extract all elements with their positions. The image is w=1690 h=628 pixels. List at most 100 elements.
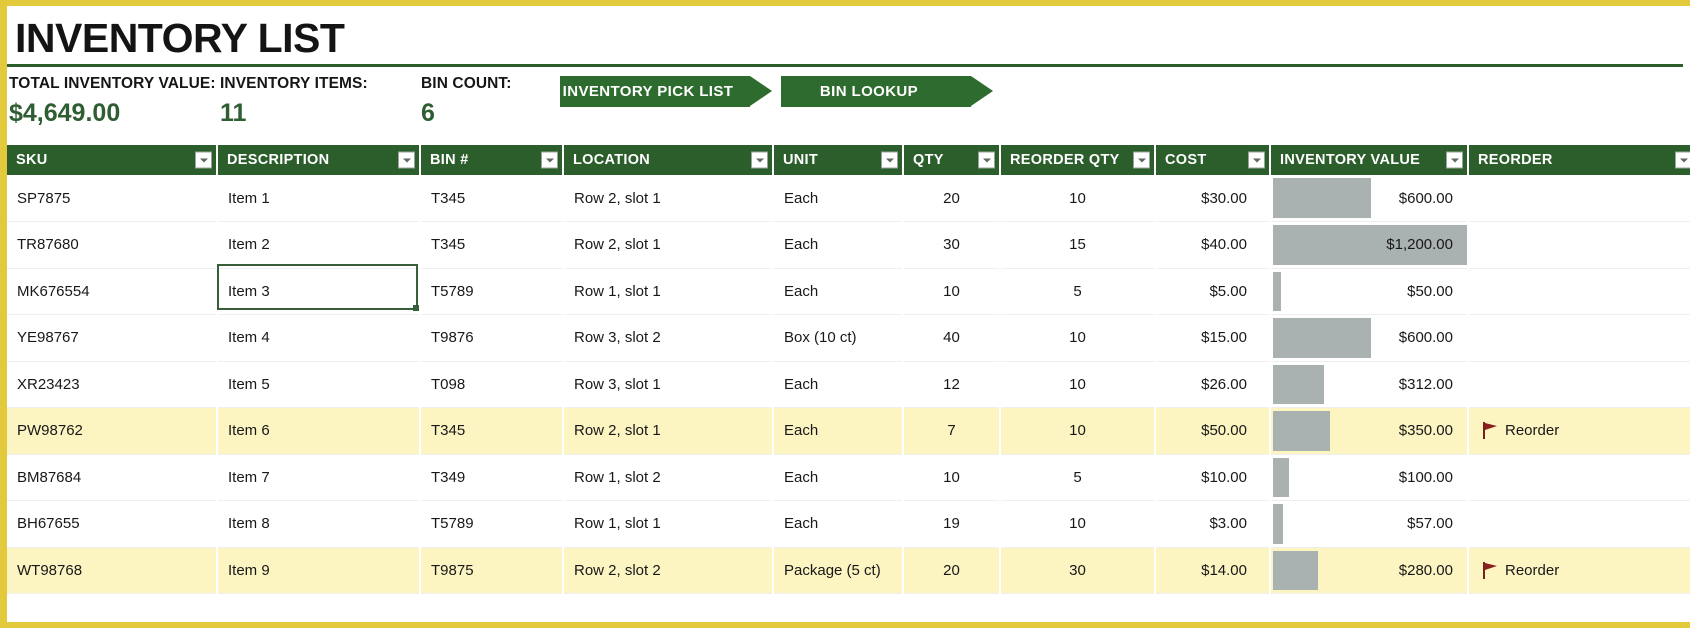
table-row[interactable]: MK676554 Item 3 T5789 Row 1, slot 1 Each 10 5 $… xyxy=(7,268,1690,315)
table-row[interactable]: XR23423 Item 5 T098 Row 3, slot 1 Each 12 10 $2… xyxy=(7,361,1690,408)
cell-location[interactable]: Row 1, slot 1 xyxy=(563,500,774,548)
cell-inventory-value[interactable]: $600.00 xyxy=(1270,175,1469,222)
cell-qty[interactable]: 10 xyxy=(903,454,1001,501)
cell-bin[interactable]: T5789 xyxy=(420,268,564,315)
table-row[interactable]: BM87684 Item 7 T349 Row 1, slot 2 Each 10 5 $10… xyxy=(7,454,1690,501)
cell-description[interactable]: Item 6 xyxy=(217,407,421,455)
cell-unit[interactable]: Each xyxy=(773,221,904,269)
cell-reorder[interactable] xyxy=(1468,268,1690,315)
cell-reorder-qty[interactable]: 10 xyxy=(1000,500,1156,548)
cell-sku[interactable]: XR23423 xyxy=(7,361,218,408)
cell-sku[interactable]: TR87680 xyxy=(7,221,218,269)
cell-reorder-qty[interactable]: 5 xyxy=(1000,268,1156,315)
cell-bin[interactable]: T345 xyxy=(420,221,564,269)
cell-sku[interactable]: BM87684 xyxy=(7,454,218,501)
cell-reorder-qty[interactable]: 10 xyxy=(1000,175,1156,222)
cell-unit[interactable]: Box (10 ct) xyxy=(773,314,904,362)
cell-qty[interactable]: 20 xyxy=(903,175,1001,222)
cell-bin[interactable]: T345 xyxy=(420,175,564,222)
cell-location[interactable]: Row 1, slot 1 xyxy=(563,268,774,315)
filter-dropdown-icon[interactable] xyxy=(1133,151,1150,169)
filter-dropdown-icon[interactable] xyxy=(398,151,415,169)
cell-unit[interactable]: Each xyxy=(773,361,904,408)
cell-unit[interactable]: Each xyxy=(773,500,904,548)
cell-qty[interactable]: 30 xyxy=(903,221,1001,269)
cell-qty[interactable]: 40 xyxy=(903,314,1001,362)
cell-reorder[interactable] xyxy=(1468,361,1690,408)
cell-qty[interactable]: 12 xyxy=(903,361,1001,408)
cell-bin[interactable]: T5789 xyxy=(420,500,564,548)
table-row[interactable]: PW98762 Item 6 T345 Row 2, slot 1 Each 7 10 $50… xyxy=(7,407,1690,455)
cell-description[interactable]: Item 4 xyxy=(217,314,421,362)
filter-dropdown-icon[interactable] xyxy=(1248,151,1265,169)
cell-location[interactable]: Row 3, slot 1 xyxy=(563,361,774,408)
cell-reorder-qty[interactable]: 10 xyxy=(1000,407,1156,455)
cell-reorder[interactable] xyxy=(1468,221,1690,269)
filter-dropdown-icon[interactable] xyxy=(541,151,558,169)
cell-reorder-qty[interactable]: 5 xyxy=(1000,454,1156,501)
cell-location[interactable]: Row 2, slot 1 xyxy=(563,175,774,222)
cell-sku[interactable]: PW98762 xyxy=(7,407,218,455)
cell-location[interactable]: Row 2, slot 1 xyxy=(563,407,774,455)
cell-reorder-qty[interactable]: 10 xyxy=(1000,314,1156,362)
table-row[interactable]: YE98767 Item 4 T9876 Row 3, slot 2 Box (10 c… xyxy=(7,314,1690,362)
cell-bin[interactable]: T9876 xyxy=(420,314,564,362)
cell-inventory-value[interactable]: $57.00 xyxy=(1270,500,1469,548)
cell-unit[interactable]: Each xyxy=(773,268,904,315)
filter-dropdown-icon[interactable] xyxy=(195,151,212,169)
cell-inventory-value[interactable]: $1,200.00 xyxy=(1270,221,1469,269)
cell-description[interactable]: Item 9 xyxy=(217,547,421,594)
cell-bin[interactable]: T098 xyxy=(420,361,564,408)
cell-reorder-qty[interactable]: 10 xyxy=(1000,361,1156,408)
cell-reorder[interactable] xyxy=(1468,175,1690,222)
cell-reorder[interactable] xyxy=(1468,500,1690,548)
cell-inventory-value[interactable]: $100.00 xyxy=(1270,454,1469,501)
cell-cost[interactable]: $5.00 xyxy=(1155,268,1271,315)
cell-unit[interactable]: Each xyxy=(773,407,904,455)
cell-description[interactable]: Item 5 xyxy=(217,361,421,408)
table-row[interactable]: TR87680 Item 2 T345 Row 2, slot 1 Each 30 15 $4… xyxy=(7,221,1690,269)
cell-unit[interactable]: Each xyxy=(773,175,904,222)
cell-cost[interactable]: $26.00 xyxy=(1155,361,1271,408)
cell-inventory-value[interactable]: $350.00 xyxy=(1270,407,1469,455)
filter-dropdown-icon[interactable] xyxy=(1446,151,1463,169)
cell-cost[interactable]: $3.00 xyxy=(1155,500,1271,548)
cell-sku[interactable]: YE98767 xyxy=(7,314,218,362)
cell-bin[interactable]: T9875 xyxy=(420,547,564,594)
cell-reorder[interactable]: Reorder xyxy=(1468,547,1690,594)
cell-reorder[interactable] xyxy=(1468,314,1690,362)
cell-bin[interactable]: T349 xyxy=(420,454,564,501)
cell-qty[interactable]: 19 xyxy=(903,500,1001,548)
cell-location[interactable]: Row 2, slot 2 xyxy=(563,547,774,594)
cell-reorder-qty[interactable]: 15 xyxy=(1000,221,1156,269)
cell-cost[interactable]: $50.00 xyxy=(1155,407,1271,455)
cell-description[interactable]: Item 3 xyxy=(217,268,421,315)
cell-sku[interactable]: MK676554 xyxy=(7,268,218,315)
cell-inventory-value[interactable]: $312.00 xyxy=(1270,361,1469,408)
cell-description[interactable]: Item 7 xyxy=(217,454,421,501)
cell-qty[interactable]: 20 xyxy=(903,547,1001,594)
cell-sku[interactable]: BH67655 xyxy=(7,500,218,548)
cell-description[interactable]: Item 1 xyxy=(217,175,421,222)
cell-cost[interactable]: $40.00 xyxy=(1155,221,1271,269)
cell-cost[interactable]: $30.00 xyxy=(1155,175,1271,222)
filter-dropdown-icon[interactable] xyxy=(751,151,768,169)
filter-dropdown-icon[interactable] xyxy=(1675,151,1690,169)
table-row[interactable]: WT98768 Item 9 T9875 Row 2, slot 2 Package (… xyxy=(7,547,1690,594)
cell-cost[interactable]: $10.00 xyxy=(1155,454,1271,501)
cell-bin[interactable]: T345 xyxy=(420,407,564,455)
cell-unit[interactable]: Each xyxy=(773,454,904,501)
table-row[interactable]: BH67655 Item 8 T5789 Row 1, slot 1 Each 19 10 $… xyxy=(7,500,1690,548)
inventory-pick-list-button[interactable]: INVENTORY PICK LIST xyxy=(560,76,772,107)
cell-description[interactable]: Item 2 xyxy=(217,221,421,269)
cell-cost[interactable]: $15.00 xyxy=(1155,314,1271,362)
filter-dropdown-icon[interactable] xyxy=(978,151,995,169)
cell-reorder-qty[interactable]: 30 xyxy=(1000,547,1156,594)
cell-qty[interactable]: 10 xyxy=(903,268,1001,315)
cell-inventory-value[interactable]: $50.00 xyxy=(1270,268,1469,315)
cell-location[interactable]: Row 1, slot 2 xyxy=(563,454,774,501)
cell-unit[interactable]: Package (5 ct) xyxy=(773,547,904,594)
table-row[interactable]: SP7875 Item 1 T345 Row 2, slot 1 Each 20 10 $30… xyxy=(7,175,1690,222)
cell-sku[interactable]: SP7875 xyxy=(7,175,218,222)
cell-inventory-value[interactable]: $600.00 xyxy=(1270,314,1469,362)
